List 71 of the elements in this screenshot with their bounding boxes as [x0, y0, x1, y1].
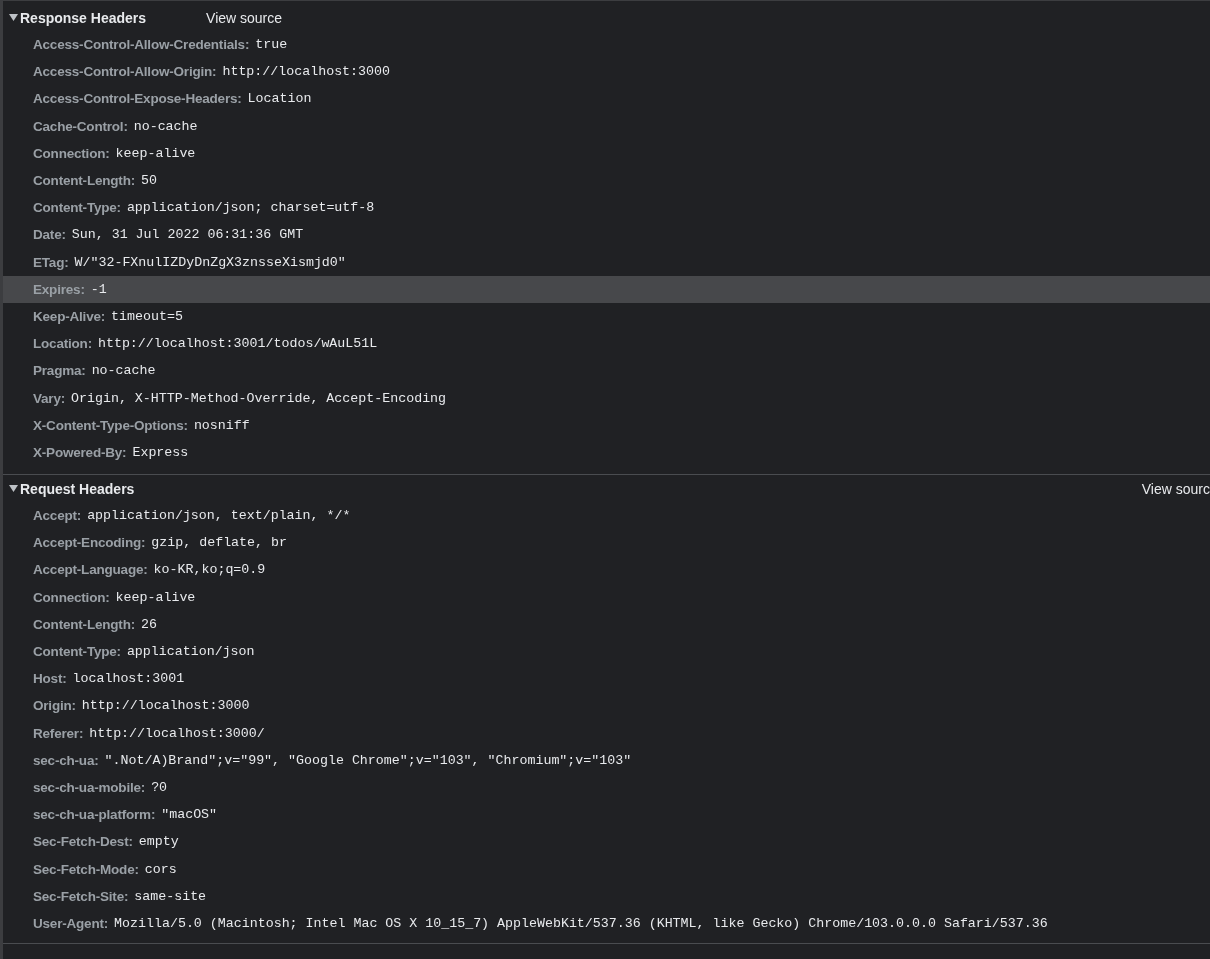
header-value: Express: [132, 444, 189, 460]
header-name: User-Agent:: [33, 915, 109, 931]
header-value: ?0: [151, 779, 168, 795]
disclosure-triangle-icon[interactable]: [9, 485, 18, 492]
header-value: -1: [90, 281, 107, 297]
header-value: 50: [140, 173, 157, 189]
header-value: cors: [144, 861, 177, 877]
header-value: Origin, X-HTTP-Method-Override, Accept-Encoding: [71, 390, 447, 406]
header-name: sec-ch-ua:: [33, 752, 99, 768]
header-name: Accept-Language:: [33, 562, 148, 578]
header-value: true: [255, 37, 288, 53]
header-name: Content-Type:: [33, 644, 121, 660]
header-value: Sun, 31 Jul 2022 06:31:36 GMT: [71, 227, 304, 243]
header-name: X-Content-Type-Options:: [33, 417, 188, 433]
header-value: http://localhost:3000/: [89, 725, 265, 741]
header-name: Date:: [33, 227, 66, 243]
header-name: Connection:: [33, 589, 110, 605]
header-value: empty: [138, 834, 179, 850]
header-name: Access-Control-Allow-Credentials:: [33, 37, 250, 53]
header-name: Accept:: [33, 508, 82, 524]
view-source-link[interactable]: View sourc: [1141, 480, 1210, 497]
header-name: Cache-Control:: [33, 118, 128, 134]
header-name: Sec-Fetch-Mode:: [33, 861, 139, 877]
header-value: same-site: [134, 888, 207, 904]
section-title[interactable]: Request Headers: [20, 480, 135, 497]
header-name: Accept-Encoding:: [33, 535, 146, 551]
highlighted-header-row[interactable]: Expires: -1: [3, 275, 1210, 303]
header-name: Host:: [33, 671, 67, 687]
header-value: W/"32-FXnulIZDyDnZgX3znsseXismjd0": [74, 254, 346, 270]
view-source-link[interactable]: View source: [206, 9, 283, 26]
header-value: keep-alive: [115, 589, 196, 605]
header-value: application/json; charset=utf-8: [126, 200, 375, 216]
header-value: http://localhost:3000: [81, 698, 250, 714]
header-name: Access-Control-Expose-Headers:: [33, 91, 242, 107]
header-name: Vary:: [33, 390, 66, 406]
header-name: X-Powered-By:: [33, 444, 127, 460]
header-name: Access-Control-Allow-Origin:: [33, 64, 217, 80]
header-value: http://localhost:3000: [222, 64, 390, 80]
header-name: Sec-Fetch-Site:: [33, 888, 129, 904]
header-value: Mozilla/5.0 (Macintosh; Intel Mac OS X 10_15_7) AppleWebKit/537.36 (KHTML, like Gecko) Chrome/103.0.0.0 Safari/537.36: [114, 915, 1048, 931]
header-value: nosniff: [193, 417, 250, 433]
header-name: Connection:: [33, 145, 110, 161]
disclosure-triangle-icon[interactable]: [9, 14, 18, 21]
header-value: application/json: [126, 644, 255, 660]
header-name: Content-Type:: [33, 200, 121, 216]
header-name: Origin:: [33, 698, 76, 714]
header-name: Content-Length:: [33, 173, 135, 189]
header-value: no-cache: [91, 363, 156, 379]
header-name: Location:: [33, 336, 92, 352]
header-value: "macOS": [161, 807, 218, 823]
header-value: http://localhost:3001/todos/wAuL51L: [97, 336, 378, 352]
header-name: sec-ch-ua-mobile:: [33, 779, 146, 795]
header-value: Location: [247, 91, 312, 107]
header-name: Referer:: [33, 725, 84, 741]
header-value: 26: [140, 616, 157, 632]
header-value: timeout=5: [111, 308, 183, 324]
header-name: Sec-Fetch-Dest:: [33, 834, 133, 850]
header-value: ".Not/A)Brand";v="99", "Google Chrome";v="103", "Chromium";v="103": [104, 752, 632, 768]
header-name: Expires:: [33, 281, 85, 297]
header-name: sec-ch-ua-platform:: [33, 807, 156, 823]
section-title[interactable]: Response Headers: [20, 9, 147, 26]
header-value: gzip, deflate, br: [151, 535, 287, 551]
header-name: Pragma:: [33, 363, 86, 379]
header-value: ko-KR,ko;q=0.9: [153, 562, 266, 578]
header-value: application/json, text/plain, */*: [87, 508, 351, 524]
header-name: Content-Length:: [33, 616, 135, 632]
header-name: ETag:: [33, 254, 69, 270]
header-value: no-cache: [133, 118, 198, 134]
header-name: Keep-Alive:: [33, 308, 106, 324]
header-value: keep-alive: [115, 145, 196, 161]
header-value: localhost:3001: [72, 671, 185, 687]
